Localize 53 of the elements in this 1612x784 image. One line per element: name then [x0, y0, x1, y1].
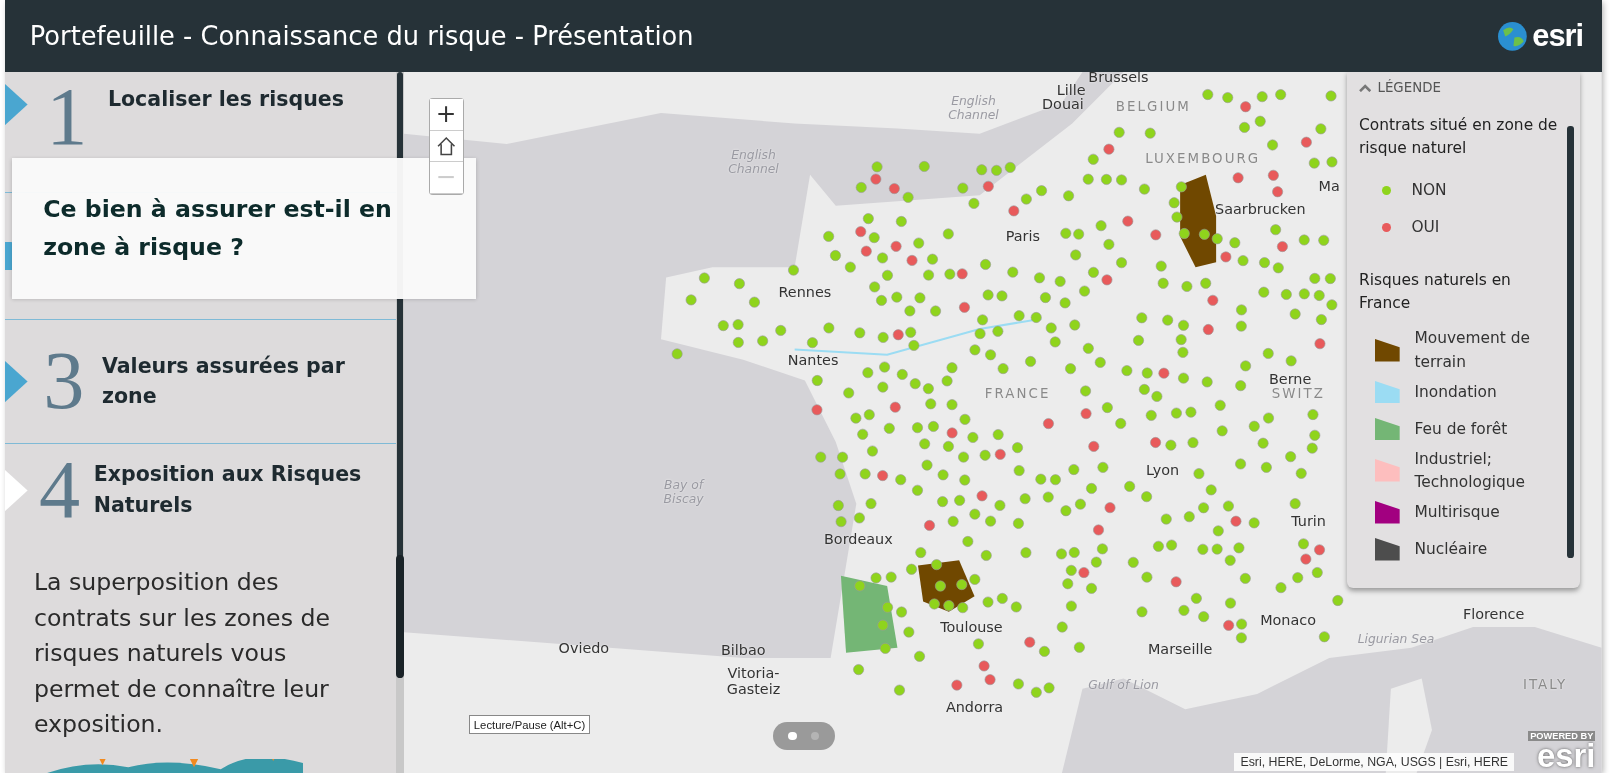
- step-description: La superposition des contrats sur les zones de risques naturels vous permet de connaître leur exposition.: [33, 567, 331, 741]
- map-label: Ma: [1318, 178, 1340, 195]
- map-label: Paris: [1005, 228, 1040, 245]
- map-label: Turin: [1291, 513, 1326, 530]
- map-label: English Channel: [727, 148, 780, 177]
- map-label: Toulouse: [940, 619, 1003, 636]
- tooltip: Lecture/Pause (Alt+C): [468, 715, 591, 734]
- map-label: SWITZ: [1271, 385, 1325, 401]
- legend-label: Industriel; Technologique: [1414, 448, 1526, 493]
- powered-by-text: POWERED BY: [1528, 731, 1596, 742]
- map-label: Berne: [1268, 371, 1312, 388]
- map-label: Lyon: [1146, 461, 1180, 478]
- legend-label: Inondation: [1414, 381, 1498, 403]
- map-label: ITALY: [1522, 676, 1568, 692]
- legend-label: Multirisque: [1414, 501, 1501, 523]
- map-label: Nantes: [787, 351, 839, 368]
- map-label: Bay of Biscay: [662, 478, 706, 507]
- legend-label: Feu de forêt: [1414, 418, 1509, 440]
- map-label: Bordeaux: [824, 530, 893, 547]
- app-title: Portefeuille - Connaissance du risque - Présentation: [29, 20, 694, 51]
- map-label: Vitoria-Gasteiz: [725, 664, 782, 697]
- map-label: Marseille: [1147, 640, 1213, 657]
- step-title: Exposition aux Risques Naturels: [93, 461, 363, 520]
- map-label: Florence: [1462, 605, 1525, 622]
- legend-label: OUI: [1411, 217, 1440, 239]
- map-label: LUXEMBOURG: [1145, 150, 1261, 166]
- map-label: FRANCE: [984, 385, 1051, 401]
- map-label: Saarbrucken: [1215, 200, 1306, 217]
- map-label: BELGIUM: [1115, 98, 1191, 114]
- map-label: Brussels: [1088, 71, 1149, 86]
- map-label: English Channel: [947, 93, 1000, 122]
- map-label: Oviedo: [558, 639, 610, 656]
- legend-toggle[interactable]: LÉGENDE: [1346, 71, 1580, 104]
- legend-label: Nucléaire: [1414, 538, 1489, 560]
- map-label: Ligurian Sea: [1356, 632, 1436, 647]
- step-title: Localiser les risques: [107, 86, 344, 114]
- logo-text: esri: [1532, 17, 1584, 54]
- map-label: Rennes: [778, 283, 832, 300]
- map-label: Bilbao: [720, 641, 766, 658]
- map-label: Monaco: [1260, 611, 1316, 628]
- legend-label: Mouvement de terrain: [1414, 328, 1532, 373]
- map-label: Gulf of Lion: [1087, 677, 1160, 692]
- powered-logo: esri: [1536, 741, 1596, 771]
- legend-section-title: Risques naturels en France: [1359, 269, 1512, 314]
- step-title: Valeurs assurées par zone: [101, 352, 346, 411]
- step-number: 3: [42, 348, 86, 415]
- popup-title: Ce bien à assurer est-il en zone à risque ?: [43, 193, 393, 263]
- step-number: 1: [45, 84, 89, 151]
- map-label: Andorra: [945, 699, 1004, 716]
- legend-label: NON: [1411, 180, 1447, 202]
- step-number: 4: [38, 457, 82, 524]
- legend-section-title: Contrats situé en zone de risque naturel: [1359, 114, 1558, 159]
- zoom-in-button[interactable]: +: [429, 98, 463, 131]
